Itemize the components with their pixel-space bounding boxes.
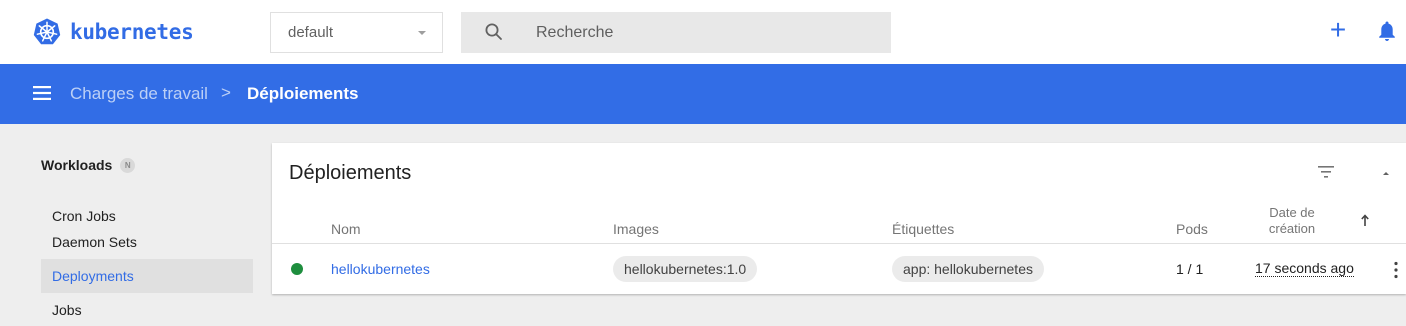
creation-time: 17 seconds ago xyxy=(1255,260,1354,277)
sidebar-item-deployments[interactable]: Deployments xyxy=(41,259,253,293)
header-row-divider xyxy=(272,243,1406,244)
column-header-name[interactable]: Nom xyxy=(331,221,361,237)
dropdown-arrow-icon xyxy=(418,31,426,35)
column-header-created-line2: création xyxy=(1268,221,1316,236)
sidebar: Workloads N Cron Jobs Daemon Sets Deploy… xyxy=(0,124,260,326)
deployments-card: Déploiements Nom Images Étiquettes Pods … xyxy=(272,143,1406,294)
search-box[interactable] xyxy=(461,12,891,53)
sidebar-item-jobs[interactable]: Jobs xyxy=(41,293,253,326)
more-vert-icon[interactable] xyxy=(1394,261,1398,279)
breadcrumb-current: Déploiements xyxy=(247,84,359,103)
sidebar-section-label: Workloads xyxy=(41,157,113,173)
card-title: Déploiements xyxy=(289,162,412,184)
breadcrumb-separator: > xyxy=(221,83,231,102)
top-bar: kubernetes default + xyxy=(0,0,1406,64)
namespace-value: default xyxy=(288,24,334,41)
bell-icon[interactable] xyxy=(1378,20,1396,42)
column-header-labels: Étiquettes xyxy=(892,221,955,237)
breadcrumb-bar: Charges de travail > Déploiements xyxy=(0,64,1406,124)
logo-text: kubernetes xyxy=(70,20,194,44)
breadcrumb-parent-link[interactable]: Charges de travail xyxy=(70,84,208,104)
column-header-created[interactable]: Date de création xyxy=(1257,205,1327,237)
deployment-name-link[interactable]: hellokubernetes xyxy=(331,261,430,277)
image-chip: hellokubernetes:1.0 xyxy=(613,256,758,282)
search-icon xyxy=(485,23,502,40)
namespaced-badge: N xyxy=(120,157,136,173)
kubernetes-logo[interactable]: kubernetes xyxy=(32,17,194,47)
namespace-selector[interactable]: default xyxy=(270,12,443,53)
sidebar-item-daemon-sets[interactable]: Daemon Sets xyxy=(41,225,253,259)
pods-count: 1 / 1 xyxy=(1176,261,1204,277)
menu-icon[interactable] xyxy=(33,86,51,100)
column-header-pods: Pods xyxy=(1176,221,1208,237)
create-resource-button[interactable]: + xyxy=(1324,16,1352,44)
sidebar-section-workloads[interactable]: Workloads N xyxy=(41,157,136,173)
filter-icon[interactable] xyxy=(1318,166,1334,178)
column-header-created-line1: Date de xyxy=(1269,205,1315,220)
sort-ascending-icon[interactable] xyxy=(1361,214,1369,226)
kubernetes-helm-wheel-icon xyxy=(33,18,61,45)
label-chip: app: hellokubernetes xyxy=(892,256,1044,282)
collapse-icon[interactable] xyxy=(1383,172,1389,175)
search-input[interactable] xyxy=(536,12,876,53)
column-header-images: Images xyxy=(613,221,659,237)
status-running-icon xyxy=(291,263,303,275)
